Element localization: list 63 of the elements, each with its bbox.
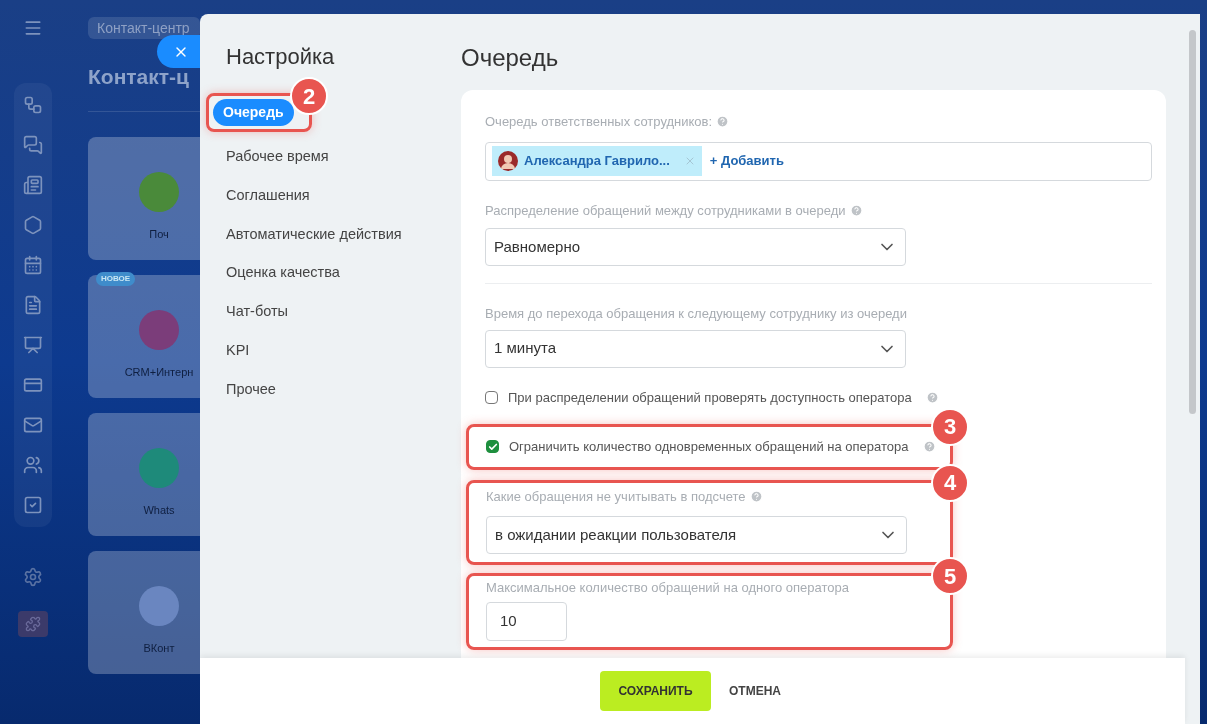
connector-logo	[139, 585, 179, 626]
employee-name: Александра Гаврило...	[524, 152, 670, 171]
callout-number: 5	[931, 557, 969, 595]
field-label: Распределение обращений между сотрудниками в очереди	[485, 201, 846, 220]
settings-nav-item[interactable]: Соглашения	[226, 181, 461, 210]
dropdown-select[interactable]: 1 минута	[485, 329, 906, 368]
callout-number: 4	[931, 463, 969, 502]
settings-icon[interactable]	[22, 567, 43, 587]
task-icon[interactable]	[22, 495, 43, 515]
settings-nav-item[interactable]: Чат-боты	[226, 298, 461, 326]
page-title: Контакт-ц	[88, 64, 190, 90]
field-label: Максимальное количество обращений на одного оператора	[486, 579, 849, 597]
employee-tag[interactable]: Александра Гаврило...	[492, 146, 702, 176]
checkbox-label: Ограничить количество одновременных обращений на оператора	[509, 437, 909, 456]
number-field[interactable]: 10	[486, 601, 567, 641]
help-icon[interactable]	[716, 115, 730, 129]
connector-name: ВКонт	[143, 640, 175, 656]
checkbox-label: При распределении обращений проверять доступность оператора	[508, 388, 912, 407]
dropdown-select[interactable]: Равномерно	[485, 228, 906, 266]
nav-icon[interactable]	[22, 375, 43, 395]
help-icon[interactable]	[925, 391, 939, 404]
nav-icon[interactable]	[22, 215, 43, 235]
checkbox[interactable]	[485, 391, 498, 404]
help-icon[interactable]	[749, 489, 763, 503]
nav-icon[interactable]	[22, 95, 43, 115]
connector-name: Whats	[143, 502, 175, 518]
field-label: Очередь ответственных сотрудников:	[485, 113, 713, 131]
connector-logo	[139, 171, 179, 212]
nav-icon[interactable]	[22, 135, 43, 155]
field-label: Время до перехода обращения к следующему сотруднику из очереди	[485, 305, 907, 323]
connector-logo	[139, 447, 179, 488]
settings-nav-item[interactable]: Оценка качества	[226, 259, 461, 287]
dropdown-select[interactable]: в ожидании реакции пользователя	[486, 516, 907, 554]
employee-field[interactable]: Александра Гаврило... + Добавить	[485, 141, 1152, 181]
callout-number: 2	[290, 77, 328, 115]
cancel-button[interactable]: ОТМЕНА	[729, 682, 781, 700]
nav-icon[interactable]	[22, 175, 43, 195]
add-link[interactable]: + Добавить	[709, 151, 784, 171]
settings-title: Настройка	[226, 43, 336, 71]
checkbox[interactable]	[486, 440, 499, 453]
help-icon[interactable]	[849, 203, 863, 217]
callout-number: 3	[931, 407, 969, 446]
nav-icon[interactable]	[22, 415, 43, 435]
scrollbar[interactable]	[1189, 30, 1196, 414]
new-badge: НОВОЕ	[96, 271, 136, 286]
field-label: Какие обращения не учитывать в подсчете	[486, 487, 746, 506]
settings-nav-item[interactable]: Прочее	[226, 375, 461, 404]
nav-icon[interactable]	[22, 455, 43, 475]
close-button[interactable]	[157, 35, 200, 68]
nav-icon[interactable]	[22, 335, 43, 355]
connector-logo	[139, 309, 179, 350]
connector-name: CRM+Интерн	[124, 364, 194, 380]
settings-nav-item[interactable]: KPI	[226, 336, 461, 365]
settings-nav-item[interactable]: Рабочее время	[226, 143, 461, 171]
nav-icon[interactable]	[22, 255, 43, 275]
apps-button[interactable]	[17, 611, 48, 637]
puzzle-icon	[24, 616, 41, 632]
help-icon[interactable]	[922, 440, 936, 453]
settings-nav-item[interactable]: Автоматические действия	[226, 220, 461, 249]
avatar-icon	[498, 151, 518, 171]
section-title: Очередь	[461, 43, 560, 73]
save-button[interactable]: СОХРАНИТЬ	[600, 671, 711, 711]
connector-name: Поч	[149, 226, 169, 242]
